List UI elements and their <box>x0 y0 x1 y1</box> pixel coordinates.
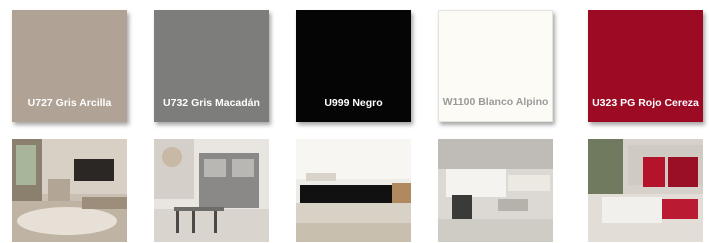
interior-photo-dining-room[interactable] <box>154 139 269 242</box>
interior-photo-kitchen[interactable] <box>438 139 553 242</box>
interior-photo-living-room[interactable] <box>12 139 127 242</box>
swatch-u732-gris-macadan[interactable]: U732 Gris Macadán <box>154 10 269 122</box>
kitchen-image <box>438 139 553 242</box>
swatch-label: W1100 Blanco Alpino <box>442 96 549 108</box>
swatch-label: U727 Gris Arcilla <box>27 97 112 109</box>
tv-unit-image <box>296 139 411 242</box>
swatch-label: U732 Gris Macadán <box>163 97 260 109</box>
dining-room-image <box>154 139 269 242</box>
interior-photo-red-kitchen[interactable] <box>588 139 703 242</box>
swatch-w1100-blanco-alpino[interactable]: W1100 Blanco Alpino <box>438 10 553 122</box>
red-kitchen-image <box>588 139 703 242</box>
swatch-u999-negro[interactable]: U999 Negro <box>296 10 411 122</box>
color-catalog-grid: U727 Gris Arcilla U732 Gris Macadán U999… <box>0 0 709 243</box>
swatch-u323-rojo-cereza[interactable]: U323 PG Rojo Cereza <box>588 10 703 122</box>
interior-photo-tv-unit[interactable] <box>296 139 411 242</box>
living-room-image <box>12 139 127 242</box>
swatch-label: U323 PG Rojo Cereza <box>592 97 699 109</box>
swatch-label: U999 Negro <box>324 97 383 109</box>
swatch-u727-gris-arcilla[interactable]: U727 Gris Arcilla <box>12 10 127 122</box>
